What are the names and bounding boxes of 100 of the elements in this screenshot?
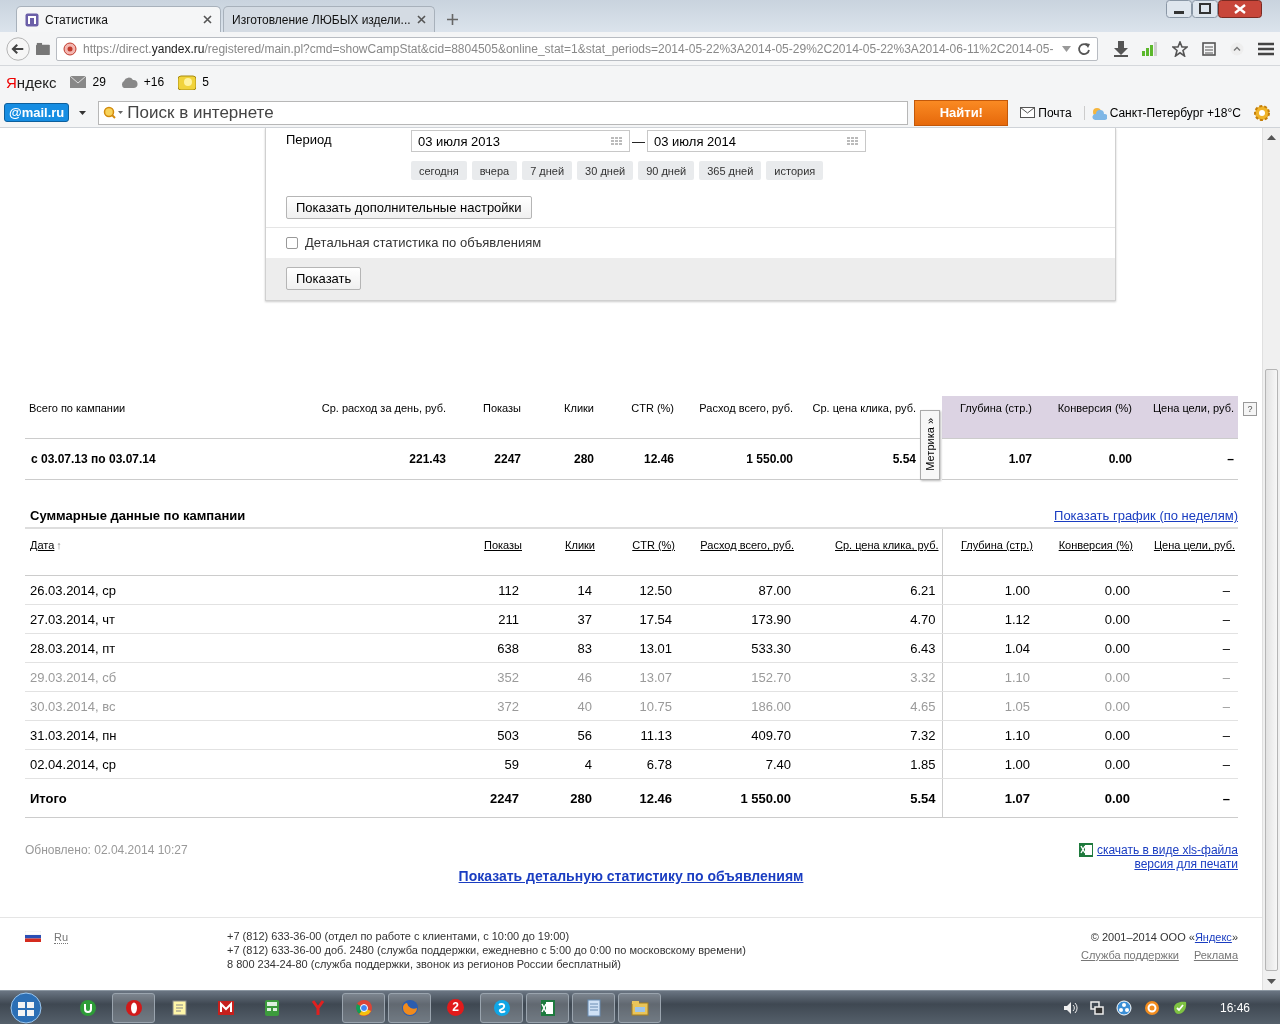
brand-link[interactable]: Яндекс <box>6 73 57 91</box>
column-header-link[interactable]: Показы <box>483 539 522 551</box>
date-field[interactable]: 03 июля 2014 <box>647 130 866 152</box>
table-cell: 12.50 <box>598 575 678 605</box>
scroll-up-button[interactable] <box>1267 133 1276 140</box>
reload-icon[interactable] <box>1077 41 1091 56</box>
column-header-link[interactable]: Цена цели, руб. <box>1153 539 1235 551</box>
checkbox[interactable] <box>286 236 298 249</box>
period-preset-button[interactable]: сегодня <box>411 161 467 180</box>
column-header-link[interactable]: Ср. цена клика, руб. <box>835 539 939 551</box>
column-header-link[interactable]: Расход всего, руб. <box>700 539 794 551</box>
column-header-link[interactable]: Клики <box>565 539 595 551</box>
mail-icon <box>1020 107 1036 118</box>
print-link[interactable]: версия для печати <box>1134 857 1238 871</box>
metrika-tab[interactable]: Метрика » <box>920 409 940 480</box>
address-field[interactable]: https://direct.yandex.ru/registered/main.pl?cmd=showCampStat&cid=8804505&online_stat=1&stat_periods=2014-05-22%3A2014-05-29%2C2014-05-22%3A2014-06-11%2C2014-05- <box>56 36 1098 61</box>
footer-link[interactable]: Реклама <box>1193 949 1238 961</box>
app-icon <box>354 998 373 1017</box>
period-preset-button[interactable]: история <box>766 161 824 180</box>
speaker-icon[interactable] <box>1063 1001 1078 1014</box>
dropdown-icon[interactable] <box>79 110 87 115</box>
close-icon[interactable] <box>203 15 212 24</box>
table-cell: – <box>1136 575 1238 605</box>
company-link[interactable]: Яндекс <box>1194 931 1232 943</box>
taskbar-button[interactable] <box>480 992 523 1023</box>
new-tab-icon[interactable] <box>446 14 458 25</box>
scroll-down-button[interactable] <box>1267 978 1276 985</box>
phone-text: +7 (812) 633-36-00 (отдел по работе с клиентами, с 10:00 до 19:00) <box>227 929 571 943</box>
close-icon[interactable] <box>416 15 426 24</box>
table-cell: 1.00 <box>942 749 1036 779</box>
language-link[interactable]: Ru <box>54 931 69 944</box>
cloud-icon <box>119 76 138 88</box>
settings-icon[interactable] <box>1252 103 1271 122</box>
chart-link[interactable]: Показать график (по неделям) <box>1054 508 1238 523</box>
tray-app-icon[interactable] <box>1171 999 1188 1016</box>
search-input[interactable]: Поиск в интернете <box>127 102 904 123</box>
scrollbar[interactable] <box>1262 128 1280 990</box>
period-preset-button[interactable]: 365 дней <box>699 161 762 180</box>
date-separator: — <box>631 133 646 149</box>
taskbar-button[interactable]: 2 <box>434 992 477 1023</box>
section-title: Суммарные данные по кампании <box>30 508 246 523</box>
period-preset-button[interactable]: вчера <box>471 161 518 180</box>
tray-app-icon[interactable] <box>1143 999 1160 1016</box>
more-settings-button[interactable]: Показать дополнительные настройки <box>286 196 532 219</box>
counter[interactable]: 5 <box>202 75 209 89</box>
column-header: Клики <box>525 396 598 439</box>
list-icon[interactable] <box>1202 41 1216 56</box>
app-icon <box>216 998 235 1017</box>
minimize-icon[interactable] <box>1166 0 1192 18</box>
table-cell: 26.03.2014, ср <box>25 575 450 605</box>
period-preset-button[interactable]: 30 дней <box>577 161 634 180</box>
tray-app-icon[interactable] <box>1115 999 1132 1016</box>
taskbar-button[interactable] <box>112 992 155 1023</box>
table-cell: 0.00 <box>1036 633 1136 663</box>
footer-link[interactable]: Служба поддержки <box>1080 949 1179 961</box>
temperature[interactable]: +16 <box>143 75 165 89</box>
scroll-thumb[interactable] <box>1265 369 1278 971</box>
bookmark-star-icon[interactable] <box>1172 40 1188 57</box>
download-icon[interactable] <box>1114 40 1128 57</box>
taskbar-button[interactable] <box>572 992 615 1023</box>
table-cell: 59 <box>450 749 525 779</box>
help-button[interactable]: ? <box>1243 402 1257 416</box>
clock[interactable]: 16:46 <box>1219 1000 1250 1015</box>
table-cell: 186.00 <box>678 691 797 721</box>
detail-stats-link[interactable]: Показать детальную статистику по объявлениям <box>458 868 804 884</box>
column-header: Глубина (стр.) <box>942 396 1036 439</box>
period-preset-button[interactable]: 90 дней <box>638 161 695 180</box>
mail-link[interactable]: Почта <box>1038 105 1072 120</box>
column-header-link[interactable]: CTR (%) <box>632 539 675 551</box>
checkbox-label[interactable]: Детальная статистика по объявлениям <box>305 235 542 250</box>
chevron-up-icon[interactable] <box>1230 41 1244 56</box>
table-cell: 11.13 <box>598 720 678 750</box>
table-cell: 5.54 <box>797 778 942 818</box>
taskbar-button[interactable] <box>526 992 569 1023</box>
app-icon <box>492 998 511 1017</box>
column-header-link[interactable]: Дата <box>30 539 55 551</box>
menu-icon[interactable] <box>1258 41 1274 56</box>
network-icon[interactable] <box>1089 1000 1104 1015</box>
search-field[interactable]: Поиск в интернете <box>98 100 909 125</box>
mail-count[interactable]: 29 <box>92 75 106 89</box>
table-cell: 1.00 <box>942 575 1036 605</box>
table-cell: 2247 <box>450 438 525 480</box>
notification-badge: 2 <box>447 999 464 1016</box>
column-header-link[interactable]: Конверсия (%) <box>1058 539 1133 551</box>
maximize-icon[interactable] <box>1192 0 1218 18</box>
browser-tab[interactable]: Изготовление ЛЮБЫХ издели... <box>223 6 435 32</box>
date-field[interactable]: 03 июля 2013 <box>411 130 630 152</box>
table-cell: 0.00 <box>1036 749 1136 779</box>
table-cell: – <box>1136 438 1238 480</box>
weather-link[interactable]: Санкт-Петербург +18°С <box>1109 105 1241 120</box>
show-button[interactable]: Показать <box>286 267 362 290</box>
column-header-link[interactable]: Глубина (стр.) <box>960 539 1033 551</box>
back-button[interactable] <box>6 34 31 63</box>
period-preset-button[interactable]: 7 дней <box>522 161 573 180</box>
logo[interactable]: @mail.ru <box>4 103 70 122</box>
download-link[interactable]: скачать в виде xls-файла <box>1096 843 1238 857</box>
page-icon <box>25 12 39 27</box>
close-icon[interactable] <box>1218 0 1262 18</box>
table-cell: 31.03.2014, пн <box>25 720 450 750</box>
browser-tab[interactable]: Статистика <box>16 6 221 32</box>
